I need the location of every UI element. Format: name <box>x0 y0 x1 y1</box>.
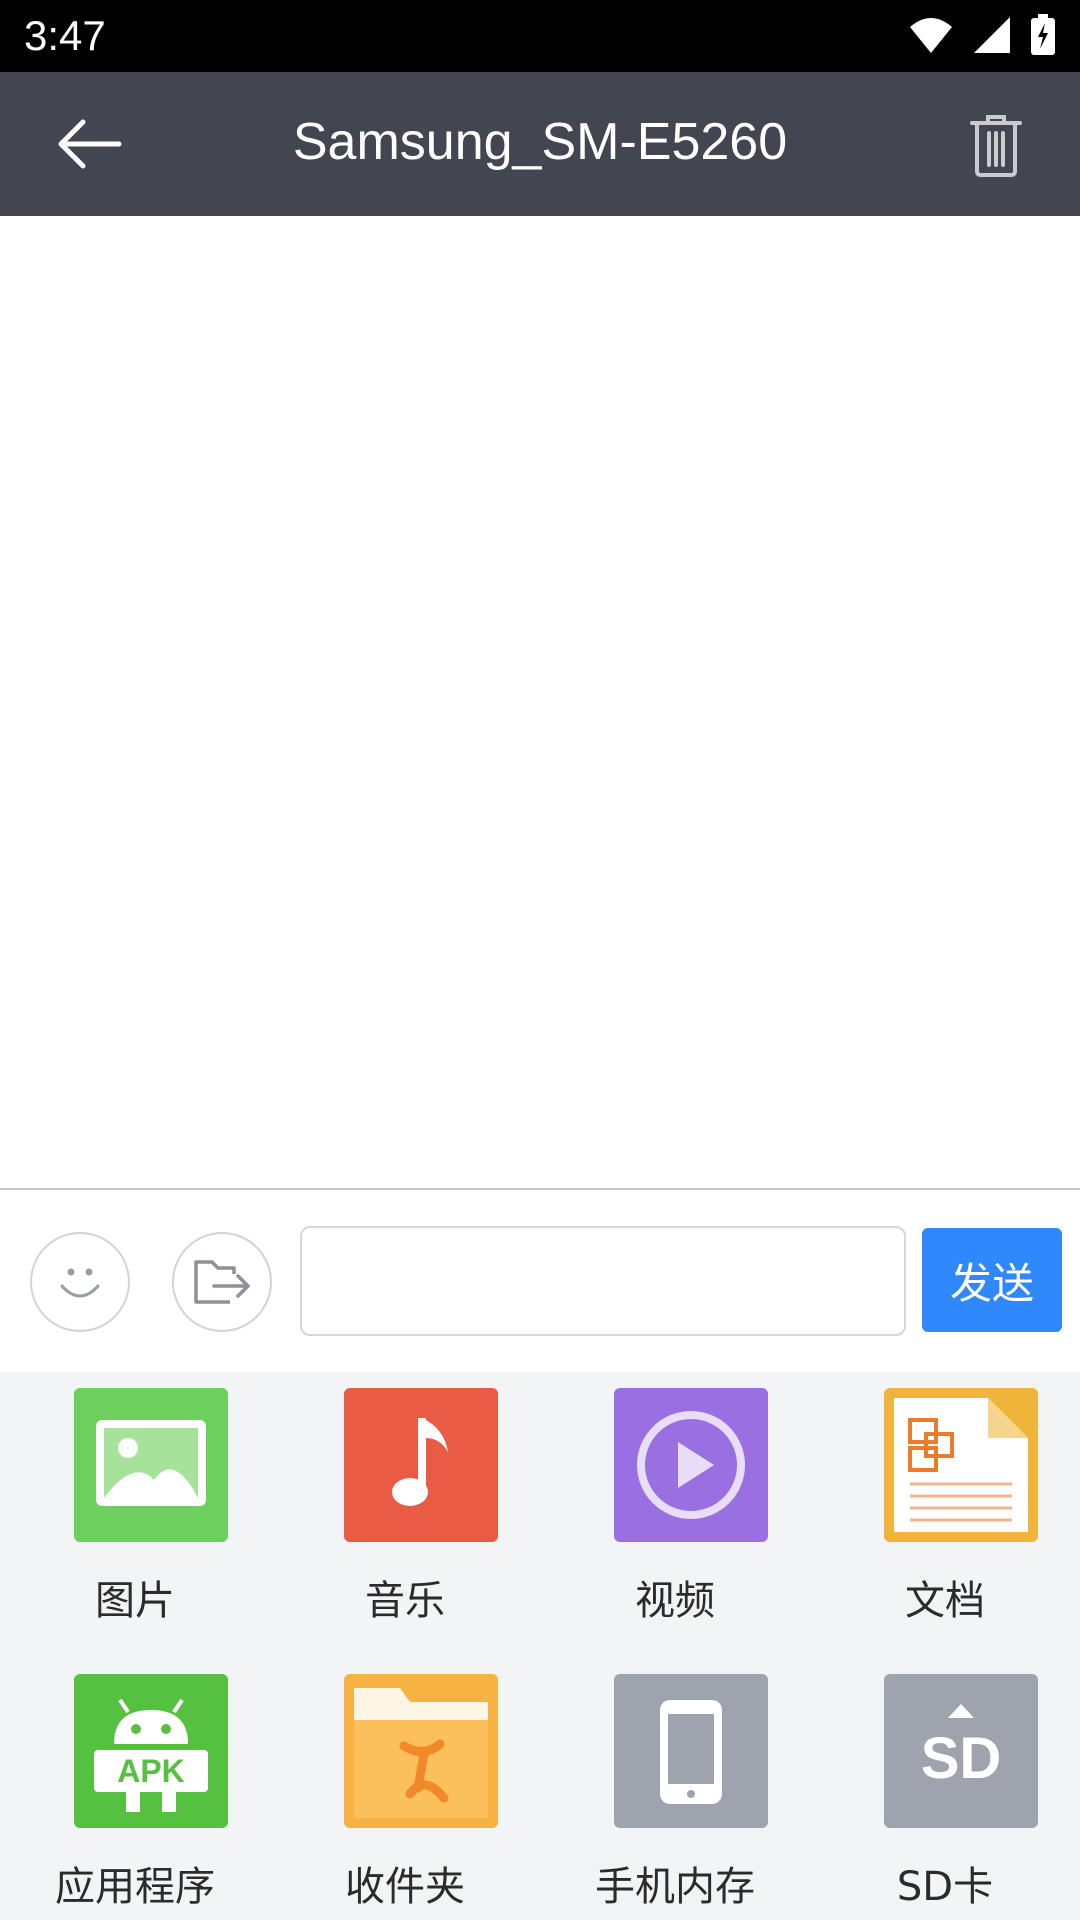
trash-icon <box>970 115 1022 177</box>
panel-item-sd-card[interactable]: SD SD卡 <box>810 1658 1080 1928</box>
document-icon <box>884 1388 1038 1542</box>
image-icon <box>74 1388 228 1542</box>
panel-item-label: 收件夹 <box>345 1864 465 1910</box>
status-bar: 3:47 <box>0 0 1080 72</box>
apk-icon: APK <box>74 1674 228 1828</box>
sd-card-icon: SD <box>884 1674 1038 1828</box>
file-button[interactable] <box>172 1232 272 1332</box>
emoji-button[interactable] <box>30 1232 130 1332</box>
cell-signal-icon <box>974 17 1010 53</box>
panel-item-phone-storage[interactable]: 手机内存 <box>540 1658 810 1928</box>
wifi-icon <box>910 18 952 53</box>
composer: 发送 <box>0 1190 1080 1372</box>
panel-item-label: 音乐 <box>365 1578 445 1624</box>
status-time: 3:47 <box>24 12 106 59</box>
panel-item-documents[interactable]: 文档 <box>810 1372 1080 1642</box>
panel-item-label: SD卡 <box>896 1864 994 1910</box>
page-title: Samsung_SM-E5260 <box>292 113 788 171</box>
panel-item-label: 应用程序 <box>55 1864 215 1910</box>
panel-item-label: 图片 <box>95 1578 175 1624</box>
video-icon <box>614 1388 768 1542</box>
panel-item-video[interactable]: 视频 <box>540 1372 810 1642</box>
smiley-icon <box>60 1268 100 1298</box>
panel-item-label: 文档 <box>905 1578 985 1624</box>
message-input[interactable] <box>300 1226 906 1336</box>
svg-text:SD: SD <box>921 1726 1002 1791</box>
battery-icon <box>1031 14 1055 55</box>
music-icon <box>344 1388 498 1542</box>
panel-item-images[interactable]: 图片 <box>0 1372 270 1642</box>
status-icons <box>908 14 1056 56</box>
svg-text:APK: APK <box>117 1753 185 1789</box>
folder-export-icon <box>194 1260 250 1304</box>
phone-storage-icon <box>614 1674 768 1828</box>
panel-item-inbox[interactable]: 收件夹 <box>270 1658 540 1928</box>
delete-button[interactable] <box>964 110 1028 180</box>
panel-item-label: 视频 <box>635 1578 715 1624</box>
panel-item-apps[interactable]: APK 应用程序 <box>0 1658 270 1928</box>
app-bar: Samsung_SM-E5260 <box>0 72 1080 216</box>
message-list[interactable] <box>0 216 1080 1188</box>
folder-icon <box>344 1674 498 1828</box>
panel-item-label: 手机内存 <box>595 1864 755 1910</box>
send-button[interactable]: 发送 <box>922 1228 1062 1332</box>
attachment-panel: 图片 音乐 视频 文档 APK 应用程序 收件夹 手机内存 SD SD卡 <box>0 1372 1080 1920</box>
panel-item-music[interactable]: 音乐 <box>270 1372 540 1642</box>
